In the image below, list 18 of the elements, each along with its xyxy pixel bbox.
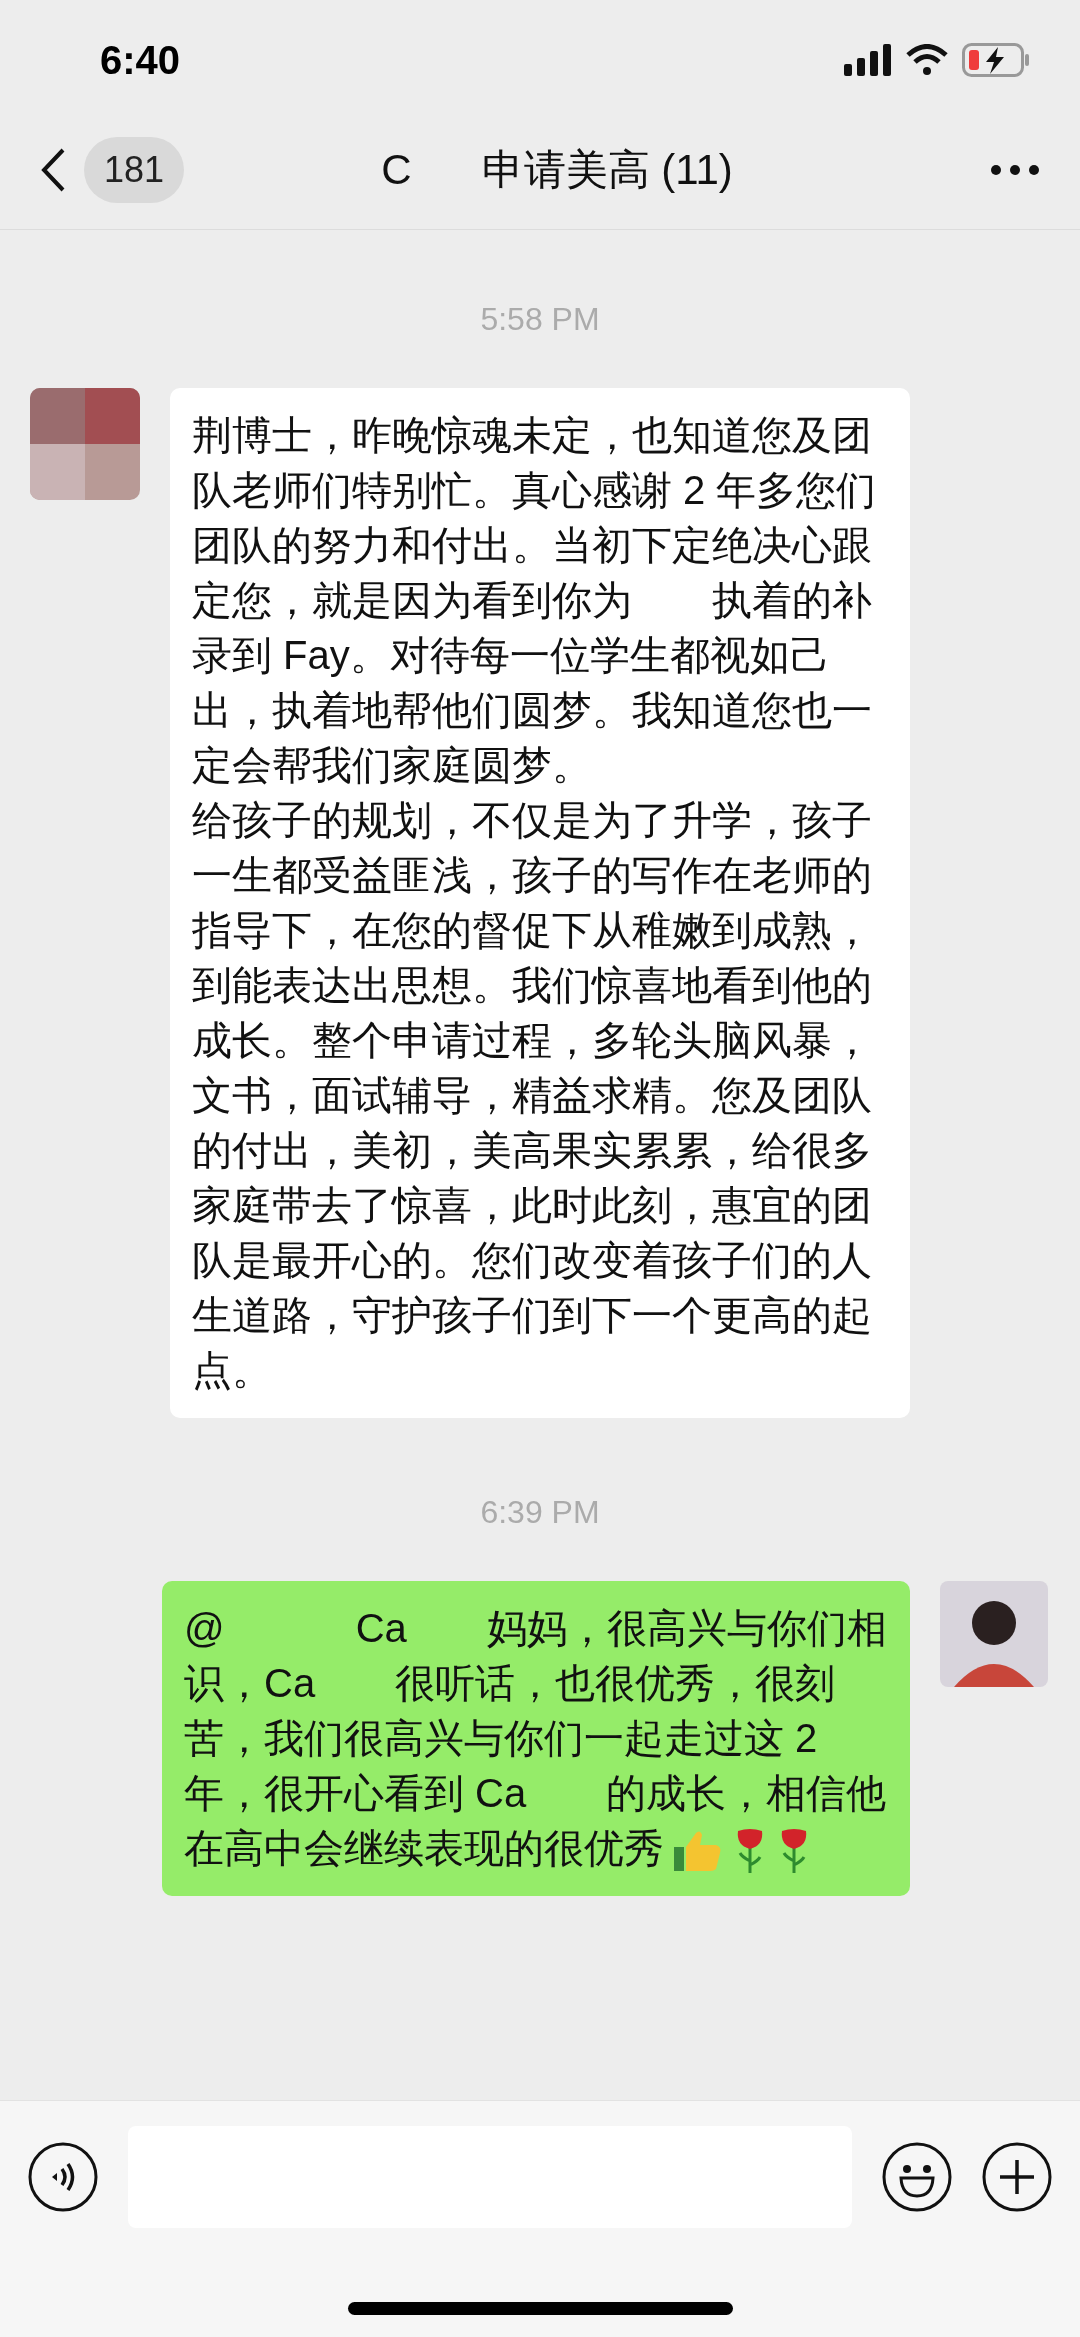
message-text: 荆博士，昨晚惊魂未定，也知道您及团队老师们特别忙。真心感谢 2 年多您们团队的努力和付出。当初下定绝决心跟定您，就是因为看到你为 执着的补录到 Fay。对待每一位学生都视如己出，执着地帮他们圆梦。我知道您也一定会帮我们家庭圆梦。 [192, 412, 878, 789]
timestamp: 5:58 PM [480, 300, 600, 339]
more-icon[interactable] [990, 163, 1040, 176]
avatar[interactable] [940, 1581, 1048, 1687]
status-time: 6:40 [100, 37, 181, 84]
message-text: @ Ca 妈妈，很高兴与你们相识，Ca 很听话，也很优秀，很刻苦，我们很高兴与你们一起走过这 2 年，很开心看到 Ca 的成长，相信他在高中会继续表现的很优秀 [184, 1601, 888, 1876]
battery-icon [962, 43, 1030, 77]
wifi-icon [906, 44, 948, 76]
signal-icon [844, 44, 892, 76]
emoji-icon[interactable] [882, 2142, 952, 2212]
unread-count-badge: 181 [84, 136, 185, 203]
timestamp: 6:39 PM [480, 1493, 600, 1532]
message-text: 给孩子的规划，不仅是为了升学，孩子一生都受益匪浅，孩子的写作在老师的指导下，在您的督促下从稚嫩到成熟，到能表达出思想。我们惊喜地看到他的成长。整个申请过程，多轮头脑风暴，文书，面试辅导，精益求精。您及团队的付出，美初，美高果实累累，给很多家庭带去了惊喜，此时此刻，惠宜的团队是最开心的。您们改变着孩子们的人生道路，守护孩子们到下一个更高的起点。 [192, 797, 873, 1394]
voice-icon[interactable] [28, 2142, 98, 2212]
back-icon[interactable] [40, 146, 66, 193]
chat-title: 申请美高 (11) [481, 145, 733, 195]
chat-title: C [381, 145, 412, 195]
add-icon[interactable] [982, 2142, 1052, 2212]
